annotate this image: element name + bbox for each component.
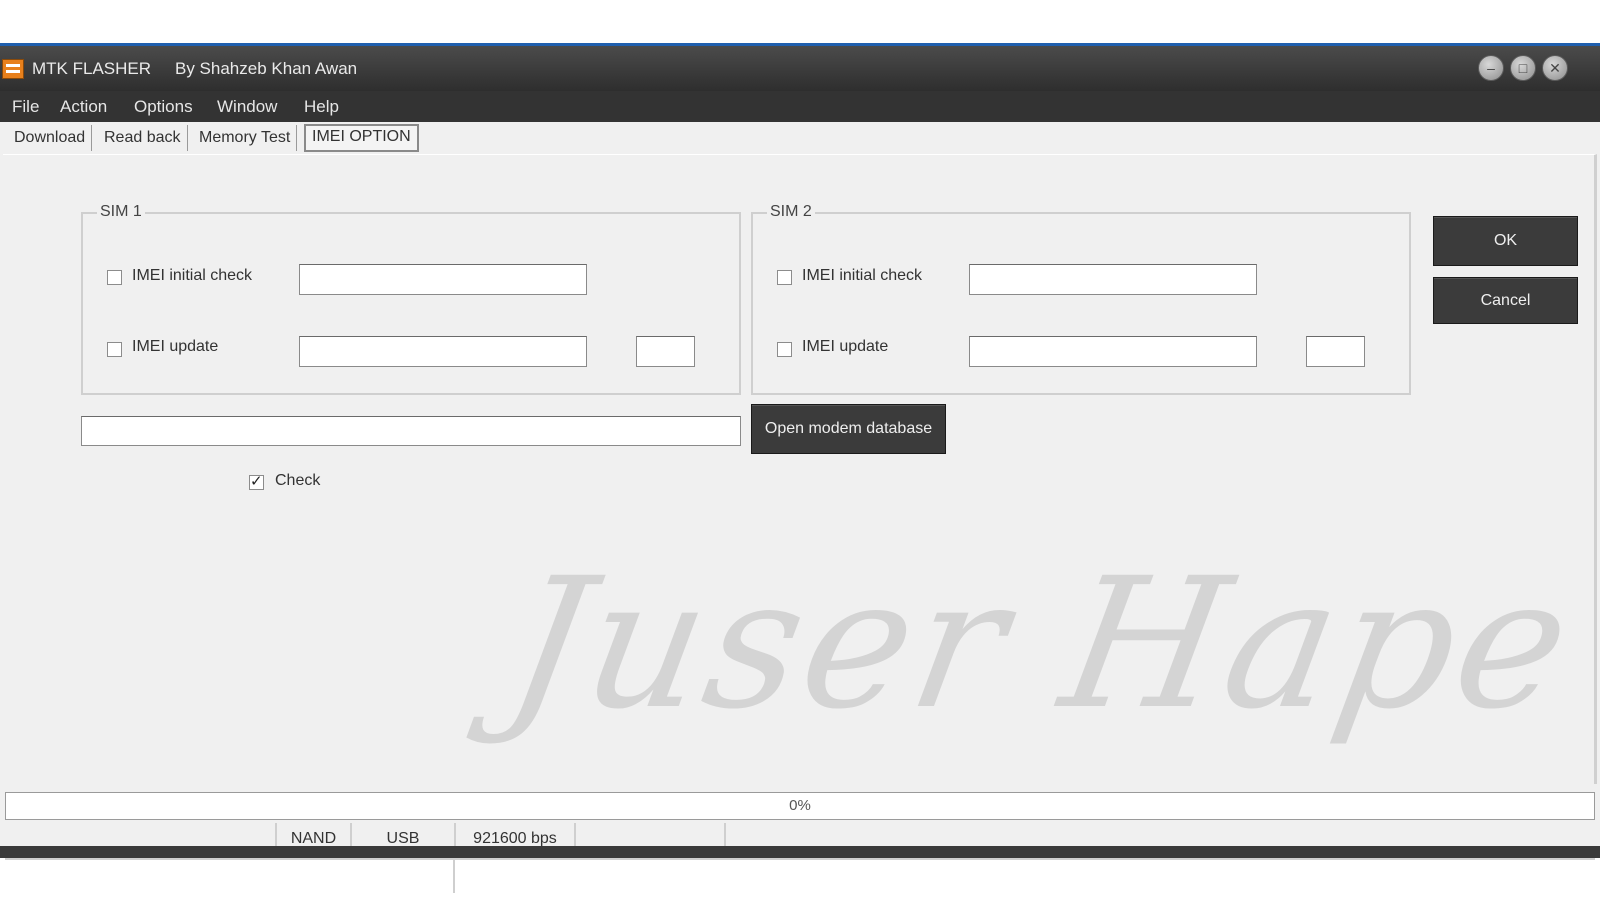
- ok-button[interactable]: OK: [1433, 216, 1578, 266]
- sim1-update-extra-input[interactable]: [636, 336, 695, 367]
- sim1-title: SIM 1: [97, 203, 145, 221]
- watermark: Juser Hape: [494, 540, 1588, 749]
- tab-imei-option[interactable]: IMEI OPTION: [304, 124, 419, 152]
- menu-bar: File Action Options Window Help: [0, 91, 1600, 122]
- tab-strip: Download Read back Memory Test IMEI OPTI…: [0, 124, 1600, 154]
- progress-bar: 0%: [5, 792, 1595, 820]
- cancel-button[interactable]: Cancel: [1433, 277, 1578, 324]
- sim2-group: SIM 2 IMEI initial check IMEI update: [751, 203, 1411, 395]
- sim1-update-checkbox[interactable]: [107, 342, 122, 357]
- sim1-initial-check-input[interactable]: [299, 264, 587, 295]
- status-divider: [453, 860, 455, 893]
- minimize-icon[interactable]: –: [1478, 55, 1504, 81]
- tab-read-back[interactable]: Read back: [98, 125, 188, 151]
- check-checkbox[interactable]: [249, 472, 264, 490]
- maximize-icon[interactable]: □: [1510, 55, 1536, 81]
- menu-file[interactable]: File: [12, 97, 39, 117]
- sim1-update-label: IMEI update: [132, 338, 219, 355]
- app-logo-icon: [2, 59, 24, 79]
- sim1-initial-check-checkbox[interactable]: [107, 270, 122, 285]
- open-modem-database-button[interactable]: Open modem database: [751, 404, 946, 454]
- menu-help[interactable]: Help: [304, 97, 339, 117]
- sim2-initial-check-input[interactable]: [969, 264, 1257, 295]
- status-bar-secondary: [5, 858, 1595, 893]
- tab-download[interactable]: Download: [8, 125, 93, 151]
- progress-text: 0%: [789, 797, 811, 814]
- sim1-group: SIM 1 IMEI initial check IMEI update: [81, 203, 741, 395]
- menu-options[interactable]: Options: [134, 97, 193, 117]
- title-bar[interactable]: MTK FLASHER By Shahzeb Khan Awan – □ ✕: [0, 46, 1600, 91]
- tab-memory-test[interactable]: Memory Test: [193, 125, 298, 151]
- app-author: By Shahzeb Khan Awan: [175, 59, 358, 78]
- sim2-initial-check-checkbox[interactable]: [777, 270, 792, 285]
- menu-action[interactable]: Action: [60, 97, 107, 117]
- menu-window[interactable]: Window: [217, 97, 277, 117]
- close-icon[interactable]: ✕: [1542, 55, 1568, 81]
- sim2-update-extra-input[interactable]: [1306, 336, 1365, 367]
- sim2-update-checkbox[interactable]: [777, 342, 792, 357]
- modem-database-path-input[interactable]: [81, 416, 741, 446]
- imei-option-panel: Juser Hape SIM 1 IMEI initial check IMEI…: [3, 154, 1597, 784]
- window-bottom-frame: [0, 846, 1600, 858]
- app-window: MTK FLASHER By Shahzeb Khan Awan – □ ✕ F…: [0, 43, 1600, 893]
- sim2-update-input[interactable]: [969, 336, 1257, 367]
- sim1-initial-check-label: IMEI initial check: [132, 267, 253, 284]
- sim1-update-input[interactable]: [299, 336, 587, 367]
- sim2-initial-check-label: IMEI initial check: [802, 267, 923, 284]
- sim2-title: SIM 2: [767, 203, 815, 221]
- app-title: MTK FLASHER: [32, 59, 152, 78]
- sim2-update-label: IMEI update: [802, 338, 889, 355]
- check-label: Check: [275, 472, 321, 489]
